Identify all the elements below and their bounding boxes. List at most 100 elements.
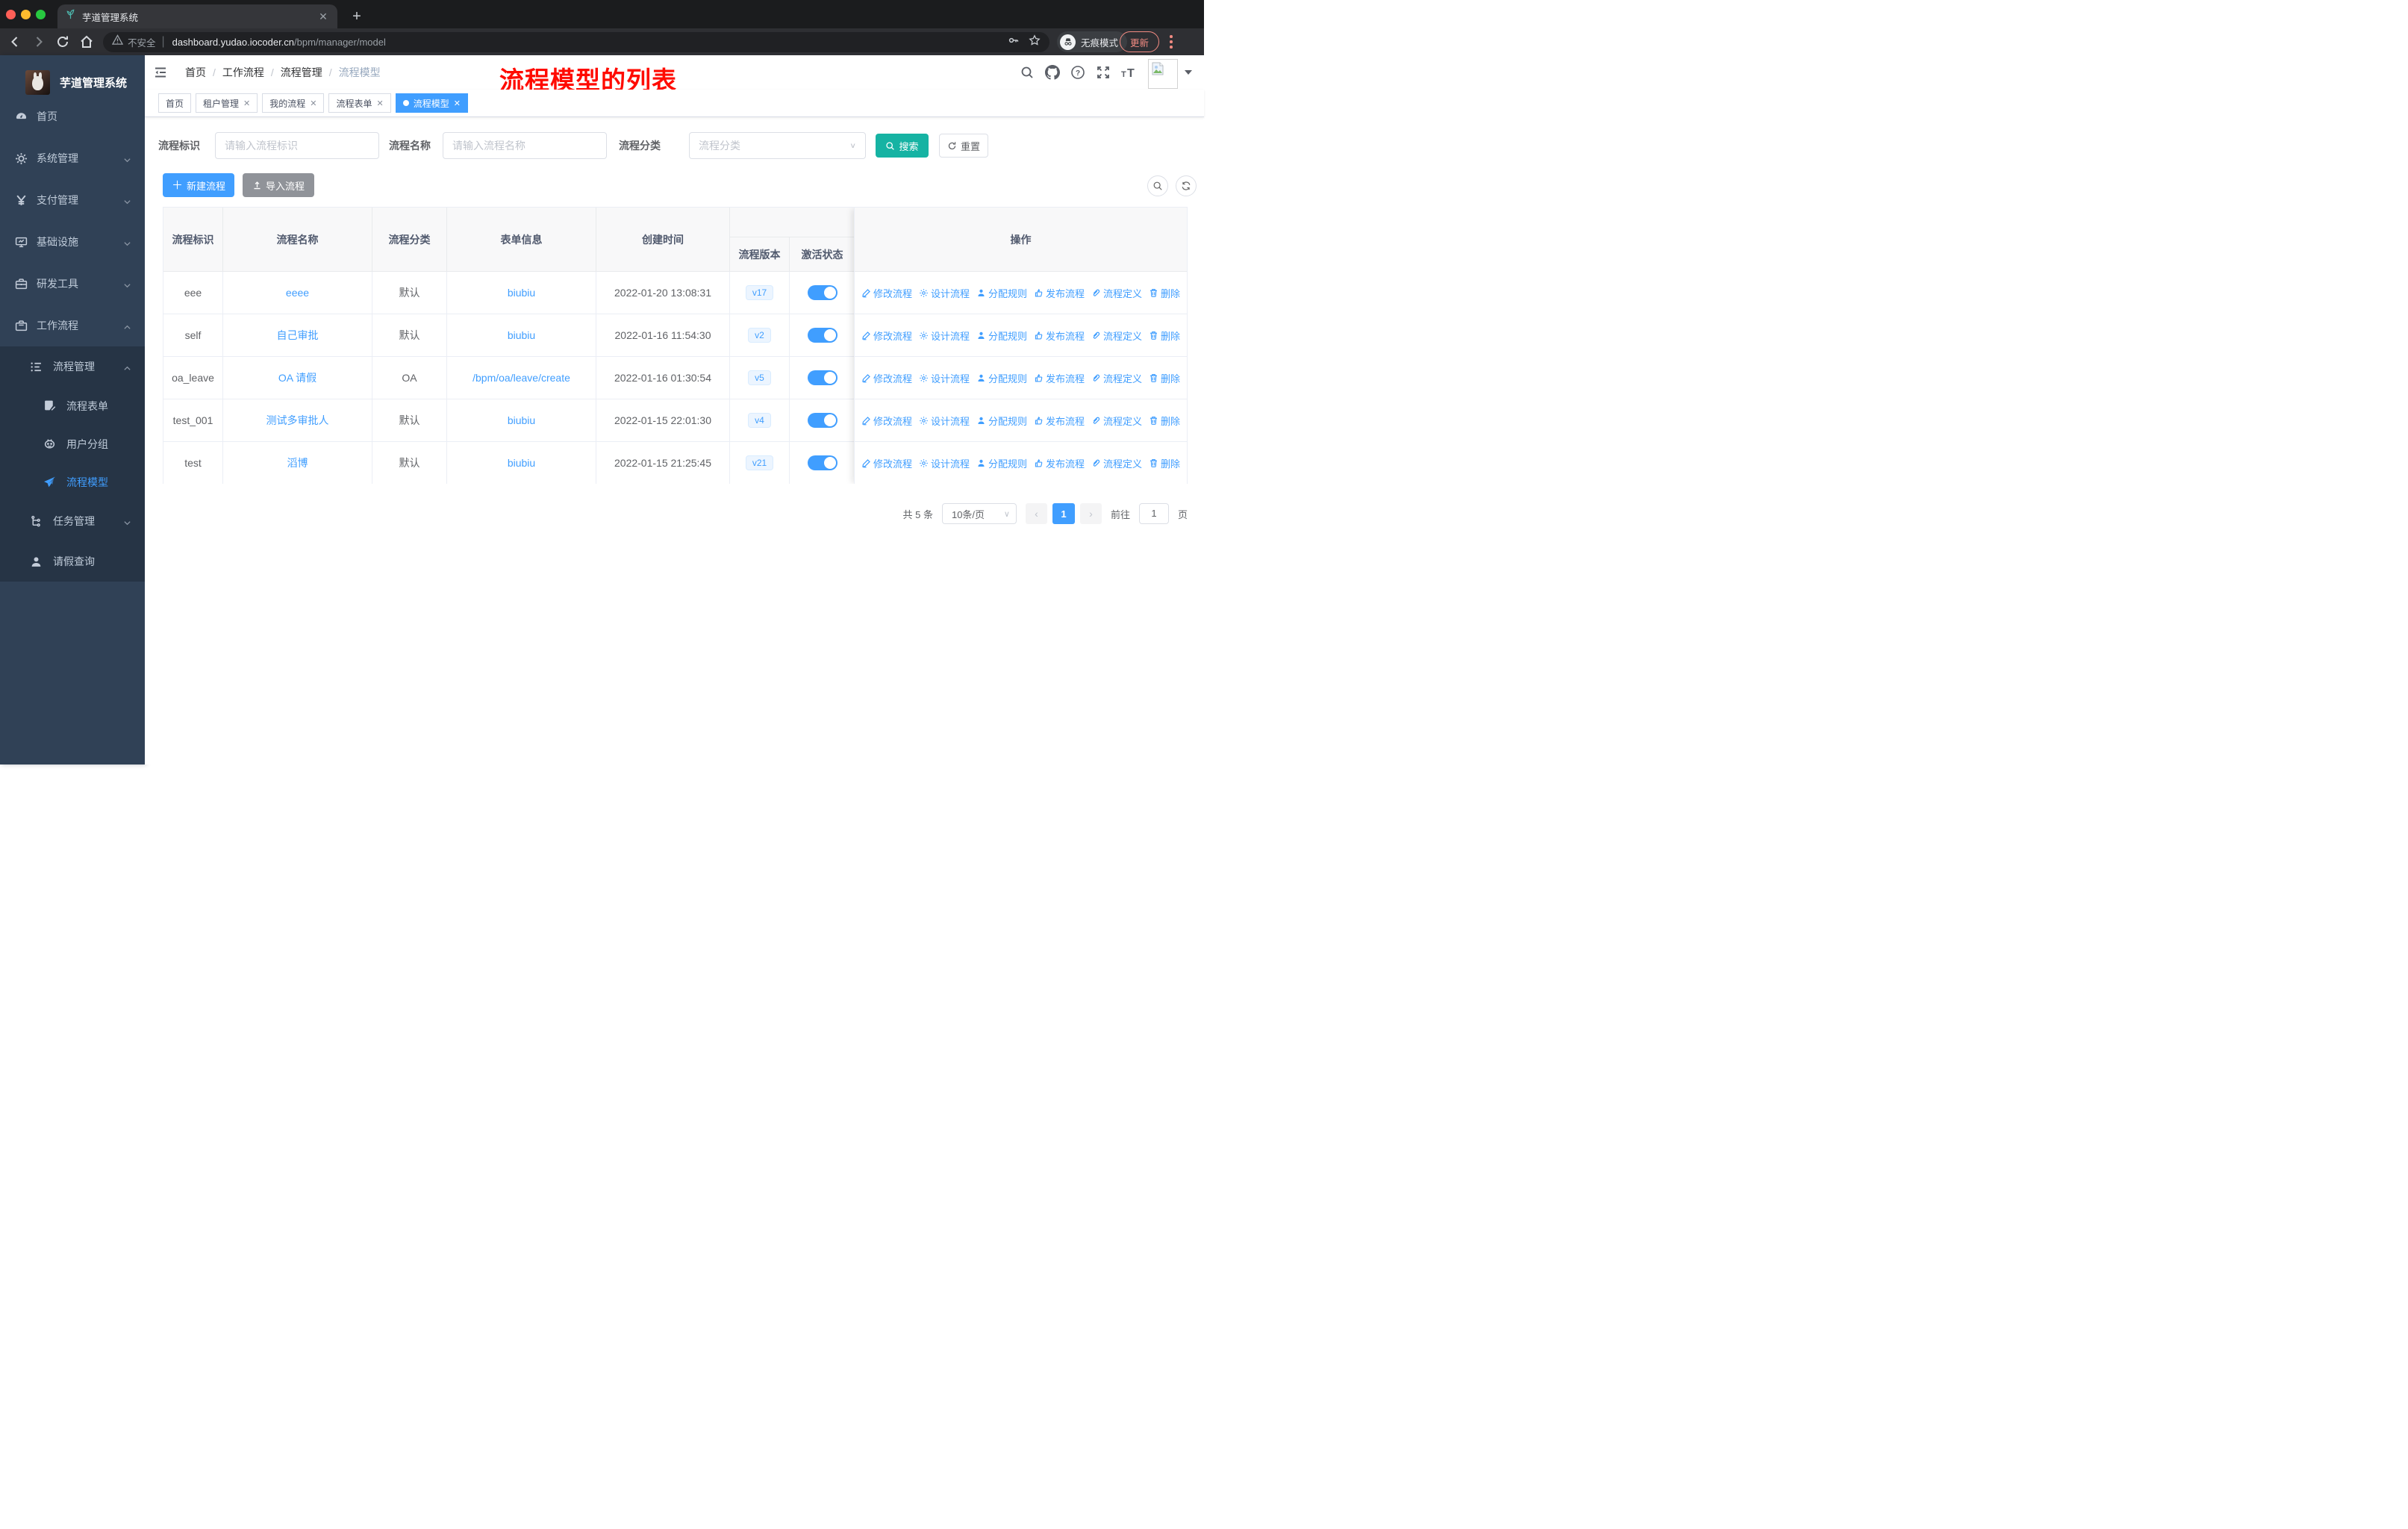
minimize-window-button[interactable]: [21, 9, 31, 19]
fullscreen-icon[interactable]: [1096, 65, 1111, 80]
filter-name-input[interactable]: 请输入流程名称: [443, 132, 607, 159]
tab-close-icon[interactable]: ✕: [316, 10, 330, 23]
sidebar-item-9[interactable]: 流程模型: [0, 463, 145, 501]
tag-3[interactable]: 流程表单 ✕: [328, 93, 391, 113]
action-delete-link[interactable]: 删除: [1149, 328, 1180, 343]
cell-form-link[interactable]: biubiu: [508, 287, 535, 299]
breadcrumb-item[interactable]: 首页: [185, 65, 206, 80]
github-icon[interactable]: [1045, 65, 1060, 80]
action-edit-link[interactable]: 修改流程: [861, 456, 912, 470]
action-definition-link[interactable]: 流程定义: [1091, 414, 1142, 428]
action-definition-link[interactable]: 流程定义: [1091, 456, 1142, 470]
cell-name-link[interactable]: 滔博: [287, 455, 308, 470]
active-toggle[interactable]: [807, 370, 838, 385]
forward-icon[interactable]: [31, 34, 46, 49]
active-toggle[interactable]: [807, 328, 838, 343]
active-toggle[interactable]: [807, 285, 838, 300]
action-design-link[interactable]: 设计流程: [919, 371, 970, 385]
reload-icon[interactable]: [55, 34, 70, 49]
reset-button[interactable]: 重置: [939, 134, 988, 158]
breadcrumb-item[interactable]: 工作流程: [222, 65, 264, 80]
tag-2[interactable]: 我的流程 ✕: [262, 93, 325, 113]
action-assign-link[interactable]: 分配规则: [976, 414, 1027, 428]
action-edit-link[interactable]: 修改流程: [861, 328, 912, 343]
tag-0[interactable]: 首页: [158, 93, 192, 113]
action-design-link[interactable]: 设计流程: [919, 456, 970, 470]
version-badge[interactable]: v17: [745, 285, 774, 300]
show-search-button[interactable]: [1147, 175, 1168, 196]
sidebar-item-7[interactable]: 流程表单: [0, 387, 145, 425]
address-bar[interactable]: 不安全 | dashboard.yudao.iocoder.cn /bpm/ma…: [103, 31, 1049, 52]
avatar-caret-icon[interactable]: [1185, 70, 1192, 75]
page-size-select[interactable]: 10条/页 ∨: [941, 503, 1017, 524]
filter-key-input[interactable]: 请输入流程标识: [215, 132, 379, 159]
sidebar-item-10[interactable]: 任务管理: [0, 501, 145, 541]
tag-close-icon[interactable]: ✕: [243, 99, 250, 108]
current-page[interactable]: 1: [1052, 503, 1075, 524]
import-process-button[interactable]: 导入流程: [243, 173, 314, 197]
sidebar-item-11[interactable]: 请假查询: [0, 541, 145, 582]
action-definition-link[interactable]: 流程定义: [1091, 371, 1142, 385]
sidebar-item-8[interactable]: 用户分组: [0, 425, 145, 463]
not-secure-label[interactable]: 不安全: [128, 35, 156, 49]
action-delete-link[interactable]: 删除: [1149, 371, 1180, 385]
version-badge[interactable]: v5: [748, 370, 771, 385]
cell-form-link[interactable]: biubiu: [508, 414, 535, 426]
bookmark-star-icon[interactable]: [1029, 34, 1041, 50]
search-button[interactable]: 搜索: [876, 134, 929, 158]
action-design-link[interactable]: 设计流程: [919, 414, 970, 428]
sidebar-item-4[interactable]: 研发工具: [0, 263, 145, 305]
home-icon[interactable]: [79, 34, 94, 49]
prev-page-button[interactable]: ‹: [1025, 503, 1047, 524]
tag-close-icon[interactable]: ✕: [310, 99, 316, 108]
action-edit-link[interactable]: 修改流程: [861, 414, 912, 428]
refresh-button[interactable]: [1176, 175, 1197, 196]
goto-page-input[interactable]: 1: [1138, 503, 1169, 524]
action-edit-link[interactable]: 修改流程: [861, 371, 912, 385]
cell-name-link[interactable]: eeee: [286, 287, 309, 299]
tag-close-icon[interactable]: ✕: [377, 99, 384, 108]
cell-form-link[interactable]: biubiu: [508, 457, 535, 469]
zoom-window-button[interactable]: [36, 9, 46, 19]
font-size-icon[interactable]: TT: [1120, 65, 1139, 80]
action-design-link[interactable]: 设计流程: [919, 328, 970, 343]
cell-form-link[interactable]: biubiu: [508, 329, 535, 341]
action-delete-link[interactable]: 删除: [1149, 456, 1180, 470]
version-badge[interactable]: v4: [748, 413, 771, 428]
version-badge[interactable]: v2: [748, 328, 771, 343]
sidebar-item-3[interactable]: 基础设施: [0, 221, 145, 263]
tag-4[interactable]: 流程模型 ✕: [395, 93, 468, 113]
action-publish-link[interactable]: 发布流程: [1034, 328, 1085, 343]
action-design-link[interactable]: 设计流程: [919, 286, 970, 300]
new-tab-button[interactable]: +: [348, 7, 366, 25]
search-icon[interactable]: [1020, 65, 1035, 80]
action-publish-link[interactable]: 发布流程: [1034, 371, 1085, 385]
action-publish-link[interactable]: 发布流程: [1034, 414, 1085, 428]
back-icon[interactable]: [7, 34, 22, 49]
filter-category-select[interactable]: 流程分类 ∨: [689, 132, 866, 159]
cell-name-link[interactable]: 自己审批: [277, 328, 319, 343]
sidebar-item-1[interactable]: 系统管理: [0, 137, 145, 179]
hamburger-icon[interactable]: [153, 65, 168, 80]
cell-name-link[interactable]: 测试多审批人: [266, 413, 329, 428]
create-process-button[interactable]: ＋新建流程: [163, 173, 234, 197]
browser-menu-icon[interactable]: [1170, 35, 1173, 51]
chrome-update-button[interactable]: 更新: [1120, 31, 1160, 52]
sidebar-item-5[interactable]: 工作流程: [0, 305, 145, 346]
action-publish-link[interactable]: 发布流程: [1034, 456, 1085, 470]
sidebar-item-0[interactable]: 首页: [0, 96, 145, 137]
action-assign-link[interactable]: 分配规则: [976, 456, 1027, 470]
tag-close-icon[interactable]: ✕: [454, 99, 461, 108]
breadcrumb-item[interactable]: 流程管理: [281, 65, 322, 80]
close-window-button[interactable]: [6, 9, 16, 19]
action-definition-link[interactable]: 流程定义: [1091, 286, 1142, 300]
action-delete-link[interactable]: 删除: [1149, 414, 1180, 428]
action-assign-link[interactable]: 分配规则: [976, 371, 1027, 385]
cell-name-link[interactable]: OA 请假: [278, 370, 316, 385]
active-toggle[interactable]: [807, 455, 838, 470]
action-assign-link[interactable]: 分配规则: [976, 286, 1027, 300]
active-toggle[interactable]: [807, 413, 838, 428]
action-assign-link[interactable]: 分配规则: [976, 328, 1027, 343]
action-definition-link[interactable]: 流程定义: [1091, 328, 1142, 343]
next-page-button[interactable]: ›: [1079, 503, 1102, 524]
